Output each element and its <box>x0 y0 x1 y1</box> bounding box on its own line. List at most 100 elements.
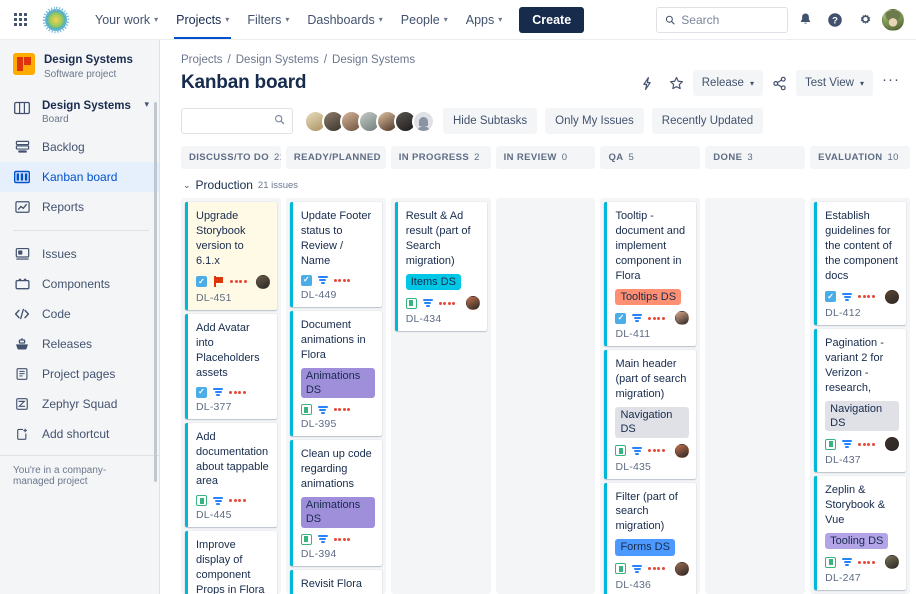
issue-card[interactable]: Document animations in Flora Animations D… <box>289 310 382 437</box>
column-header-in-progress[interactable]: IN PROGRESS 2 <box>390 146 491 169</box>
issue-key[interactable]: DL-377 <box>196 401 270 413</box>
column-evaluation[interactable]: Establish guidelines for the content of … <box>810 198 911 594</box>
help-circle-icon[interactable]: ? <box>822 7 848 33</box>
nav-your-work[interactable]: Your work ▾ <box>86 0 167 39</box>
sidebar-item-backlog[interactable]: Backlog <box>0 132 159 162</box>
issue-card[interactable]: Update Footer status to Review / Name DL-… <box>289 202 382 307</box>
column-in-review[interactable] <box>495 198 596 594</box>
project-header[interactable]: Design Systems Software project <box>0 40 159 92</box>
issue-card[interactable]: Improve display of component Props in Fl… <box>185 531 277 594</box>
column-qa[interactable]: Tooltip - document and implement compone… <box>600 198 701 594</box>
breadcrumb-projects[interactable]: Projects <box>181 54 223 66</box>
column-in-progress[interactable]: Result & Ad result (part of Search migra… <box>390 198 491 594</box>
board-search-input[interactable] <box>189 115 274 127</box>
issue-card[interactable]: Filter (part of search migration) Forms D… <box>604 482 697 594</box>
issue-label-chip: Animations DS <box>300 497 375 528</box>
issue-key[interactable]: DL-436 <box>615 579 689 591</box>
board-filters: Hide Subtasks Only My Issues Recently Up… <box>171 96 916 134</box>
sidebar-item-issues[interactable]: Issues <box>0 239 159 269</box>
nav-people[interactable]: People ▾ <box>392 0 457 39</box>
issue-key[interactable]: DL-437 <box>825 454 899 466</box>
issue-key[interactable]: DL-434 <box>406 313 480 325</box>
apps-grid-icon[interactable] <box>6 6 34 34</box>
global-search[interactable] <box>656 6 788 33</box>
issue-key[interactable]: DL-445 <box>196 509 270 521</box>
issue-key[interactable]: DL-247 <box>825 572 899 584</box>
more-actions-icon[interactable]: ··· <box>876 70 906 96</box>
assignee-avatar[interactable] <box>675 561 690 576</box>
issue-card[interactable]: Clean up code regarding animations Animat… <box>289 440 382 566</box>
column-discuss-todo[interactable]: Upgrade Storybook version to 6.1.x DL-451… <box>181 198 281 594</box>
issue-key[interactable]: DL-435 <box>615 461 689 473</box>
recently-updated-button[interactable]: Recently Updated <box>651 108 764 134</box>
assignee-avatar[interactable] <box>885 555 900 570</box>
sidebar-item-code[interactable]: Code <box>0 299 159 329</box>
column-header-discuss-todo[interactable]: DISCUSS/TO DO 21 <box>181 146 281 169</box>
nav-filters[interactable]: Filters ▾ <box>238 0 298 39</box>
assignee-avatar[interactable] <box>675 443 690 458</box>
column-header-ready-planned[interactable]: READY/PLANNED8 <box>285 146 386 169</box>
issue-card[interactable]: Add Avatar into Placeholders assets DL-37… <box>185 313 277 419</box>
star-icon[interactable] <box>663 70 690 96</box>
issue-key[interactable]: DL-451 <box>196 292 270 304</box>
sidebar-item-zephyr-squad[interactable]: Zephyr Squad <box>0 389 159 419</box>
sidebar-item-add-shortcut[interactable]: Add shortcut <box>0 419 159 449</box>
issue-card[interactable]: Main header (part of search migration) Na… <box>604 350 697 479</box>
issue-card[interactable]: Zeplin & Storybook & Vue Tooling DS DL-247 <box>814 476 907 591</box>
share-icon[interactable] <box>766 70 793 96</box>
nav-dashboards[interactable]: Dashboards ▾ <box>298 0 391 39</box>
company-logo-icon[interactable] <box>36 7 76 33</box>
search-input[interactable] <box>681 12 779 27</box>
issue-card[interactable]: Pagination - variant 2 for Verizon - res… <box>814 328 907 473</box>
issue-card[interactable]: Result & Ad result (part of Search migra… <box>394 202 487 332</box>
sidebar-item-project-pages[interactable]: Project pages <box>0 359 159 389</box>
gear-icon[interactable] <box>852 7 878 33</box>
column-header-done[interactable]: DONE 3 <box>705 146 806 169</box>
issue-card[interactable]: Add documentation about tappable area DL-… <box>185 422 277 528</box>
column-header-qa[interactable]: QA 5 <box>600 146 701 169</box>
bell-icon[interactable] <box>792 7 818 33</box>
assignee-avatar[interactable] <box>255 274 270 289</box>
chevron-down-icon[interactable]: ▾ <box>144 99 149 110</box>
issue-key[interactable]: DL-449 <box>301 289 375 301</box>
sidebar-scrollbar[interactable] <box>154 102 157 482</box>
column-done[interactable] <box>705 198 806 594</box>
sidebar-item-board[interactable]: Design Systems Board ▾ <box>0 92 159 132</box>
assignee-avatar[interactable] <box>885 289 900 304</box>
column-header-in-review[interactable]: IN REVIEW 0 <box>495 146 596 169</box>
sidebar-item-releases[interactable]: Releases <box>0 329 159 359</box>
column-ready-planned[interactable]: Update Footer status to Review / Name DL-… <box>285 198 386 594</box>
issue-key[interactable]: DL-412 <box>825 307 899 319</box>
issue-card[interactable]: Revisit Flora status labelsMaintenance D… <box>289 569 382 594</box>
sidebar-item-reports[interactable]: Reports <box>0 192 159 222</box>
view-select[interactable]: Test View ▾ <box>795 70 873 96</box>
issue-card[interactable]: Upgrade Storybook version to 6.1.x DL-451 <box>185 202 277 310</box>
issue-key[interactable]: DL-395 <box>301 418 375 430</box>
release-button[interactable]: Release ▾ <box>692 70 763 96</box>
only-my-issues-button[interactable]: Only My Issues <box>545 108 644 134</box>
issue-key[interactable]: DL-411 <box>615 328 689 340</box>
nav-apps[interactable]: Apps ▾ <box>457 0 512 39</box>
assignee-avatar[interactable] <box>465 296 480 311</box>
chevron-down-icon: ▾ <box>443 15 448 24</box>
column-header-evaluation[interactable]: EVALUATION 10 <box>810 146 911 169</box>
assignee-avatar[interactable] <box>675 311 690 326</box>
sidebar-item-kanban-board[interactable]: Kanban board <box>0 162 159 193</box>
swimlane-header[interactable]: ⌄ Production 21 issues <box>181 169 916 198</box>
priority-icon <box>213 496 223 505</box>
board-search[interactable] <box>181 108 293 134</box>
insights-icon[interactable] <box>634 70 660 96</box>
sidebar-item-components[interactable]: Components <box>0 269 159 299</box>
breadcrumb-design-systems[interactable]: Design Systems <box>236 54 319 66</box>
issue-card[interactable]: Establish guidelines for the content of … <box>814 202 907 325</box>
user-avatar[interactable] <box>882 8 904 31</box>
nav-projects[interactable]: Projects ▾ <box>167 0 238 39</box>
issue-key[interactable]: DL-394 <box>301 548 375 560</box>
create-button[interactable]: Create <box>519 6 585 33</box>
breadcrumb-board[interactable]: Design Systems <box>332 54 415 66</box>
hide-subtasks-button[interactable]: Hide Subtasks <box>443 108 538 134</box>
person-icon[interactable] <box>412 109 435 133</box>
assignee-avatar[interactable] <box>885 437 900 452</box>
chevron-down-icon[interactable]: ⌄ <box>183 180 191 191</box>
issue-card[interactable]: Tooltip - document and implement compone… <box>604 202 697 347</box>
